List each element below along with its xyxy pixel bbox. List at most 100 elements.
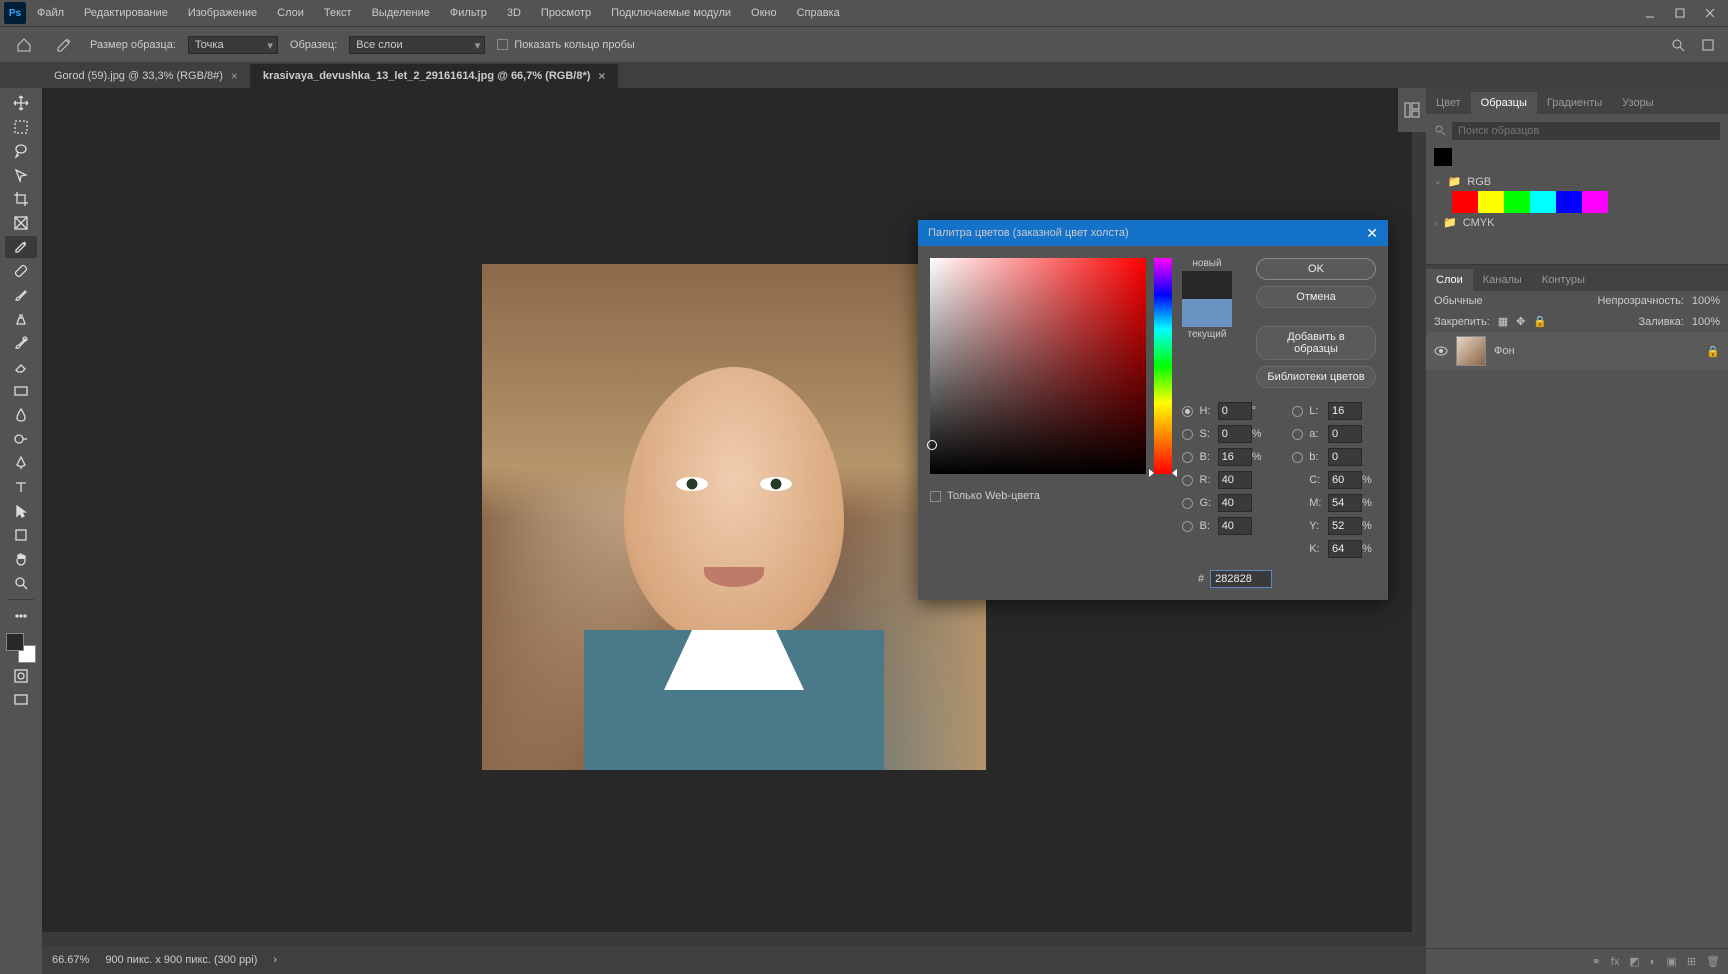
radio-r[interactable] (1182, 475, 1193, 486)
radio-a[interactable] (1292, 429, 1303, 440)
tab-patterns[interactable]: Узоры (1612, 92, 1663, 114)
show-sampling-ring-checkbox[interactable]: Показать кольцо пробы (497, 39, 635, 51)
path-select-tool[interactable] (5, 500, 37, 522)
input-m[interactable] (1328, 494, 1362, 512)
layer-row-background[interactable]: Фон 🔒 (1426, 332, 1728, 370)
input-bv[interactable] (1218, 448, 1252, 466)
history-brush-tool[interactable] (5, 332, 37, 354)
adjustment-layer-icon[interactable]: ◐ (1650, 956, 1657, 968)
folder-cmyk[interactable]: › 📁 CMYK (1434, 213, 1720, 232)
document-tab-1[interactable]: Gorod (59).jpg @ 33,3% (RGB/8#) × (42, 64, 251, 88)
menu-view[interactable]: Просмотр (532, 3, 600, 23)
add-to-swatches-button[interactable]: Добавить в образцы (1256, 326, 1376, 360)
eyedropper-tool[interactable] (5, 236, 37, 258)
maximize-button[interactable] (1666, 3, 1694, 23)
shape-tool[interactable] (5, 524, 37, 546)
input-g[interactable] (1218, 494, 1252, 512)
layer-name[interactable]: Фон (1494, 345, 1515, 357)
swatches-search-input[interactable] (1452, 122, 1720, 140)
swatch-red[interactable] (1452, 191, 1478, 213)
gradient-tool[interactable] (5, 380, 37, 402)
document-tab-2[interactable]: krasivaya_devushka_13_let_2_29161614.jpg… (251, 64, 619, 88)
horizontal-scrollbar[interactable] (42, 932, 1412, 946)
color-libraries-button[interactable]: Библиотеки цветов (1256, 366, 1376, 388)
menu-window[interactable]: Окно (742, 3, 786, 23)
frame-icon[interactable] (1698, 35, 1718, 55)
clone-stamp-tool[interactable] (5, 308, 37, 330)
tab-color[interactable]: Цвет (1426, 92, 1471, 114)
input-s[interactable] (1218, 425, 1252, 443)
frame-tool[interactable] (5, 212, 37, 234)
folder-rgb[interactable]: ⌄ 📁 RGB (1434, 172, 1720, 191)
menu-image[interactable]: Изображение (179, 3, 266, 23)
screen-mode-button[interactable] (5, 689, 37, 711)
blur-tool[interactable] (5, 404, 37, 426)
type-tool[interactable] (5, 476, 37, 498)
home-button[interactable] (10, 33, 38, 57)
layer-fx-icon[interactable]: fx (1611, 956, 1620, 968)
radio-s[interactable] (1182, 429, 1193, 440)
radio-h[interactable] (1182, 406, 1193, 417)
input-a[interactable] (1328, 425, 1362, 443)
hand-tool[interactable] (5, 548, 37, 570)
menu-plugins[interactable]: Подключаемые модули (602, 3, 740, 23)
swatch-magenta[interactable] (1582, 191, 1608, 213)
hex-input[interactable] (1210, 570, 1272, 588)
document-canvas[interactable] (482, 264, 986, 770)
sample-size-combo[interactable]: Точка (188, 36, 278, 54)
link-layers-icon[interactable]: ⚭ (1592, 955, 1601, 968)
hue-cursor-left[interactable] (1149, 469, 1154, 477)
radio-l[interactable] (1292, 406, 1303, 417)
lasso-tool[interactable] (5, 140, 37, 162)
close-button[interactable] (1696, 3, 1724, 23)
swatch-cyan[interactable] (1530, 191, 1556, 213)
chevron-right-icon[interactable]: › (273, 954, 277, 966)
minimize-button[interactable] (1636, 3, 1664, 23)
hue-slider[interactable] (1154, 258, 1172, 474)
tab-gradients[interactable]: Градиенты (1537, 92, 1612, 114)
sample-layers-combo[interactable]: Все слои (349, 36, 485, 54)
dodge-tool[interactable] (5, 428, 37, 450)
close-icon[interactable]: × (231, 69, 238, 83)
input-b[interactable] (1328, 448, 1362, 466)
foreground-background-colors[interactable] (6, 633, 36, 663)
visibility-icon[interactable] (1434, 344, 1448, 358)
radio-b[interactable] (1292, 452, 1303, 463)
new-layer-icon[interactable]: ⊞ (1687, 955, 1696, 968)
radio-bc[interactable] (1182, 521, 1193, 532)
menu-filter[interactable]: Фильтр (441, 3, 496, 23)
menu-layers[interactable]: Слои (268, 3, 313, 23)
move-tool[interactable] (5, 92, 37, 114)
eraser-tool[interactable] (5, 356, 37, 378)
tab-paths[interactable]: Контуры (1532, 269, 1595, 291)
lock-pixels-icon[interactable]: ▦ (1498, 315, 1508, 328)
input-c[interactable] (1328, 471, 1362, 489)
swatch-green[interactable] (1504, 191, 1530, 213)
color-picker-titlebar[interactable]: Палитра цветов (заказной цвет холста) ✕ (918, 220, 1388, 246)
layer-mask-icon[interactable]: ◩ (1629, 955, 1639, 968)
color-field[interactable] (930, 258, 1146, 474)
input-k[interactable] (1328, 540, 1362, 558)
eyedropper-preview-icon[interactable] (50, 35, 78, 55)
menu-edit[interactable]: Редактирование (75, 3, 177, 23)
input-r[interactable] (1218, 471, 1252, 489)
radio-g[interactable] (1182, 498, 1193, 509)
input-bc[interactable] (1218, 517, 1252, 535)
close-icon[interactable]: ✕ (1366, 225, 1378, 242)
delete-layer-icon[interactable]: 🗑 (1706, 955, 1720, 968)
input-h[interactable] (1218, 402, 1252, 420)
new-group-icon[interactable]: ▣ (1666, 955, 1676, 968)
quick-select-tool[interactable] (5, 164, 37, 186)
swatch-blue[interactable] (1556, 191, 1582, 213)
input-y[interactable] (1328, 517, 1362, 535)
cancel-button[interactable]: Отмена (1256, 286, 1376, 308)
swatch-yellow[interactable] (1478, 191, 1504, 213)
pen-tool[interactable] (5, 452, 37, 474)
radio-bv[interactable] (1182, 452, 1193, 463)
menu-text[interactable]: Текст (315, 3, 361, 23)
tab-swatches[interactable]: Образцы (1471, 92, 1537, 114)
fill-value[interactable]: 100% (1692, 316, 1720, 328)
menu-help[interactable]: Справка (788, 3, 849, 23)
lock-position-icon[interactable]: ✥ (1516, 315, 1525, 328)
ok-button[interactable]: OK (1256, 258, 1376, 280)
